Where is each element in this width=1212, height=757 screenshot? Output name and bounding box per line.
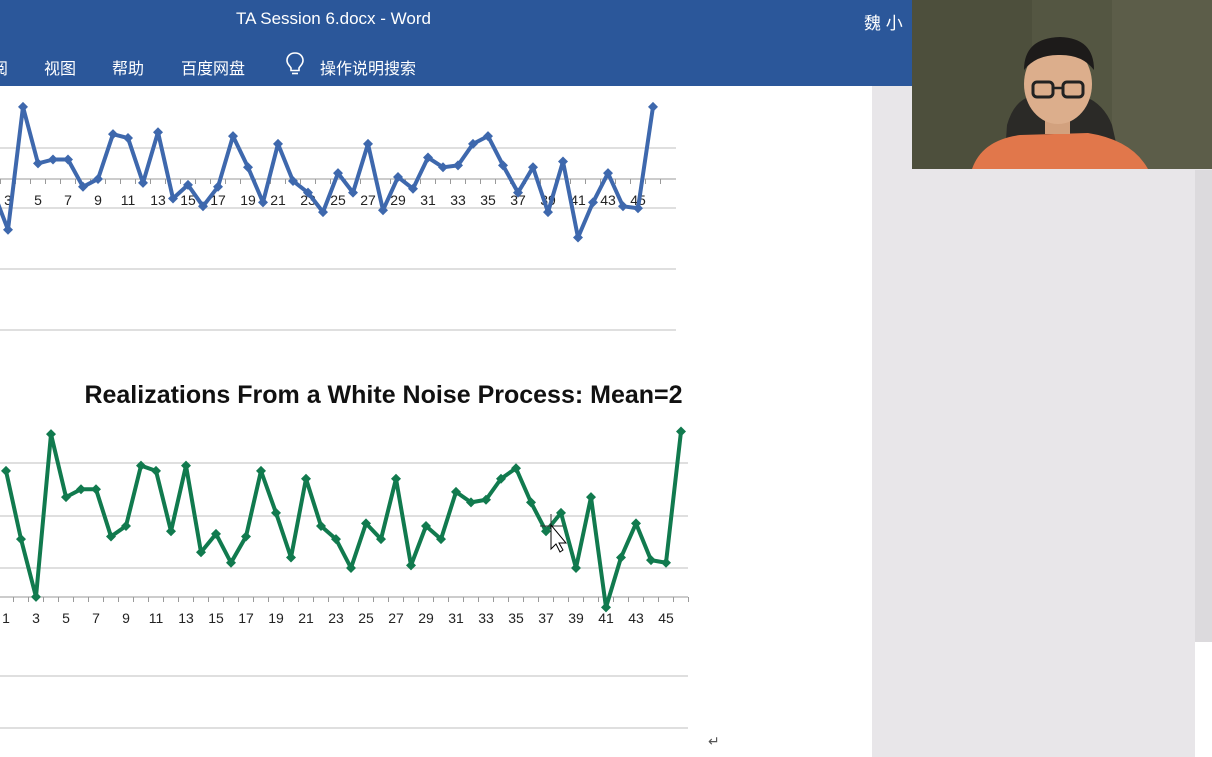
x-tick-label: 13	[150, 192, 166, 208]
data-point	[543, 207, 553, 218]
data-point	[406, 560, 416, 571]
x-tick-label: 21	[298, 610, 314, 626]
chart-green[interactable]: 1 3 5 7 9 11 13 15 17 19 21 23 25 27 29 31 33 35 37 39 41 43 4…	[0, 426, 689, 729]
x-tick-label: 21	[270, 192, 286, 208]
data-point	[136, 460, 146, 471]
x-tick-label: 9	[94, 192, 102, 208]
x-tick-label: 11	[121, 192, 136, 208]
x-tick-label: 33	[478, 610, 494, 626]
webcam-video	[912, 0, 1212, 169]
x-tick-label: 19	[268, 610, 284, 626]
x-tick-label: 5	[62, 610, 70, 626]
chart-blue[interactable]: 3 5 7 9 11 13 15 17 19 21 23 25 27 29 31 33 35 37 39 41 43 45	[0, 101, 676, 331]
x-tick-label: 45	[658, 610, 674, 626]
x-tick-label: 31	[448, 610, 464, 626]
x-tick-label: 3	[32, 610, 40, 626]
x-tick-label: 7	[64, 192, 72, 208]
x-tick-label: 13	[178, 610, 194, 626]
data-point	[151, 465, 161, 476]
data-point	[108, 129, 118, 140]
x-tick-label: 11	[149, 610, 164, 626]
data-point	[256, 465, 266, 476]
data-point	[571, 563, 581, 573]
data-point	[3, 224, 13, 235]
x-tick-label: 39	[568, 610, 584, 626]
data-point	[586, 492, 596, 503]
x-tick-label: 5	[34, 192, 42, 208]
data-point	[18, 101, 28, 112]
data-point	[558, 156, 568, 167]
data-point	[166, 526, 176, 537]
data-point	[661, 557, 671, 568]
x-tick-label: 19	[240, 192, 256, 208]
x-tick-label: 33	[450, 192, 466, 208]
x-tick-label: 17	[238, 610, 254, 626]
x-tick-label: 15	[208, 610, 224, 626]
charts-layer: 3 5 7 9 11 13 15 17 19 21 23 25 27 29 31 33 35 37 39 41 43 45…	[0, 101, 689, 729]
x-tick-label: 9	[122, 610, 130, 626]
x-tick-label: 37	[538, 610, 554, 626]
data-point	[16, 534, 26, 545]
data-point	[363, 138, 373, 149]
data-point	[181, 460, 191, 471]
data-point	[286, 552, 296, 563]
data-point	[31, 591, 41, 602]
x-tick-label: 25	[358, 610, 374, 626]
data-point	[153, 127, 163, 138]
x-tick-label: 29	[390, 192, 406, 208]
x-tick-label: 7	[92, 610, 100, 626]
x-tick-label: 41	[598, 610, 614, 626]
series-line	[4, 431, 683, 610]
x-tick-label: 29	[418, 610, 434, 626]
x-tick-label: 43	[628, 610, 644, 626]
x-tick-label: 31	[420, 192, 436, 208]
data-point	[1, 465, 11, 476]
x-tick-label: 25	[330, 192, 346, 208]
data-point	[46, 429, 56, 440]
x-tick-label: 27	[388, 610, 404, 626]
x-tick-label: 43	[600, 192, 616, 208]
x-tick-label: 35	[480, 192, 496, 208]
paragraph-mark: ↵	[708, 733, 720, 749]
x-tick-label: 1	[2, 610, 10, 626]
data-point	[391, 473, 401, 484]
data-point	[123, 133, 133, 144]
chart-title: Realizations From a White Noise Process:…	[84, 381, 683, 409]
data-point	[33, 158, 43, 169]
panel-corner	[1195, 642, 1212, 757]
x-tick-label: 27	[360, 192, 376, 208]
data-point	[91, 484, 101, 495]
data-point	[676, 426, 686, 437]
data-point	[301, 473, 311, 484]
series-line	[0, 104, 655, 240]
data-point	[48, 154, 58, 165]
x-tick-label: 35	[508, 610, 524, 626]
side-panel	[872, 86, 1212, 757]
data-point	[648, 101, 658, 112]
x-tick-label: 23	[328, 610, 344, 626]
webcam-person-image	[912, 0, 1212, 169]
